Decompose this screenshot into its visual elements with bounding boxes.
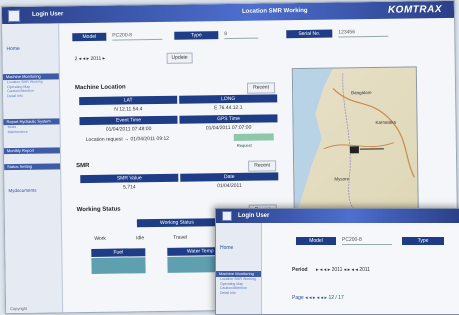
working-sub-value: Idle bbox=[125, 235, 155, 241]
smr-value-header: SMR Value bbox=[80, 174, 178, 183]
smr-recent-button[interactable]: Recent bbox=[248, 160, 276, 171]
sidebar-group-monthly: Monthly Report bbox=[4, 147, 60, 154]
map-label: Karnataka bbox=[375, 120, 396, 125]
long-value: E 76.44.12.1 bbox=[179, 104, 277, 111]
sidebar-group-report: Report Hydraulic System Mode Maintenance bbox=[3, 118, 59, 134]
brand-logo: KOMTRAX bbox=[388, 4, 442, 16]
serial-select[interactable]: 123456 bbox=[338, 29, 388, 38]
machine-marker-icon[interactable] bbox=[350, 146, 359, 153]
location-map[interactable]: Bangalore Karnataka Mysore bbox=[292, 66, 419, 220]
popup-sidebar-link[interactable]: Location SMR Working bbox=[216, 277, 261, 282]
type-label: Type bbox=[174, 31, 218, 40]
popup-period-label: Period bbox=[292, 267, 308, 273]
date-navigator[interactable]: 2 ◂ ◂ ▸ 2011 ▸ bbox=[75, 56, 106, 62]
serial-label: Serial No. bbox=[286, 30, 332, 39]
location-request-button[interactable]: Request bbox=[234, 133, 274, 141]
popup-menu-icon[interactable] bbox=[222, 211, 232, 221]
footer-text: Copyright bbox=[10, 306, 27, 311]
login-user-label: Login User bbox=[32, 11, 63, 17]
popup-sidebar-link[interactable]: Detail Info bbox=[216, 291, 261, 296]
type-select[interactable]: 8 bbox=[224, 31, 258, 39]
working-status-title: Working Status bbox=[77, 207, 121, 214]
road-icon bbox=[333, 87, 414, 178]
lat-header: LAT bbox=[79, 96, 177, 105]
lat-value: N 12.11.54.4 bbox=[79, 106, 177, 113]
fuel-header: Fuel bbox=[91, 248, 145, 257]
popup-window: Login User Home Machine Monitoring Locat… bbox=[215, 208, 459, 315]
sidebar-group-monitoring: Machine Monitoring Location SMR Working … bbox=[3, 73, 59, 98]
popup-model-label: Model bbox=[296, 237, 336, 245]
request-button-label: Request bbox=[234, 143, 252, 148]
window-title: Location SMR Working bbox=[242, 8, 308, 15]
model-label: Model bbox=[72, 33, 106, 41]
popup-type-label: Type bbox=[402, 237, 444, 245]
model-select[interactable]: PC200-8 bbox=[112, 32, 162, 41]
popup-period-navigator[interactable]: ▸ ◂ ◂ ▸ 2011 ◂ ▸ ◂ ◂ 2011 bbox=[316, 267, 370, 273]
working-sub-value: Work bbox=[85, 236, 115, 242]
popup-login-user-label: Login User bbox=[238, 213, 269, 219]
sidebar: Home Machine Monitoring Location SMR Wor… bbox=[2, 23, 63, 313]
update-button[interactable]: Update bbox=[167, 53, 193, 64]
map-label: Bangalore bbox=[351, 90, 372, 95]
sidebar-mydocuments-link[interactable]: Mydocuments bbox=[8, 188, 36, 193]
sidebar-home-link[interactable]: Home bbox=[6, 46, 19, 52]
working-sub-value: Travel bbox=[165, 234, 195, 240]
smr-title: SMR bbox=[76, 163, 89, 169]
smr-value: 5,714 bbox=[80, 184, 178, 191]
menu-icon[interactable] bbox=[8, 10, 20, 22]
map-label: Mysore bbox=[334, 176, 349, 181]
event-time-value: 01/04/2011 07:48:00 bbox=[80, 126, 178, 133]
machine-location-title: Machine Location bbox=[75, 84, 126, 91]
sidebar-group-head[interactable]: Status Setting bbox=[4, 163, 60, 170]
smr-date-header: Date bbox=[180, 172, 278, 181]
sea-area bbox=[293, 69, 335, 220]
event-time-header: Event Time bbox=[79, 116, 177, 125]
popup-sidebar: Home Machine Monitoring Location SMR Wor… bbox=[216, 223, 262, 314]
fuel-gauge bbox=[91, 257, 145, 274]
sidebar-group-status: Status Setting bbox=[4, 163, 60, 170]
popup-model-select[interactable]: PC200-8 bbox=[342, 237, 392, 245]
popup-home-link[interactable]: Home bbox=[220, 245, 233, 251]
sidebar-link[interactable]: Maintenance bbox=[4, 129, 60, 134]
popup-title-bar: Login User bbox=[216, 209, 459, 223]
long-header: LONG bbox=[179, 94, 277, 103]
gps-time-value: 01/04/2011 07:07:00 bbox=[180, 124, 278, 131]
smr-date: 01/04/2011 bbox=[180, 182, 278, 189]
gps-time-header: GPS Time bbox=[179, 114, 277, 123]
sidebar-group-head[interactable]: Monthly Report bbox=[4, 147, 60, 154]
popup-page-navigator[interactable]: Page ◂ ◂ ▸ ◂ ◂ ▸ 12 / 17 bbox=[292, 295, 344, 301]
popup-sidebar-group: Machine Monitoring Location SMR Working … bbox=[216, 271, 261, 295]
location-request-text: Location request → 01/04/2011 09:12 bbox=[86, 136, 169, 143]
location-recent-button[interactable]: Recent bbox=[247, 82, 275, 93]
sidebar-link[interactable]: Detail Info bbox=[3, 93, 59, 98]
working-status-header: Working Status bbox=[137, 218, 217, 227]
